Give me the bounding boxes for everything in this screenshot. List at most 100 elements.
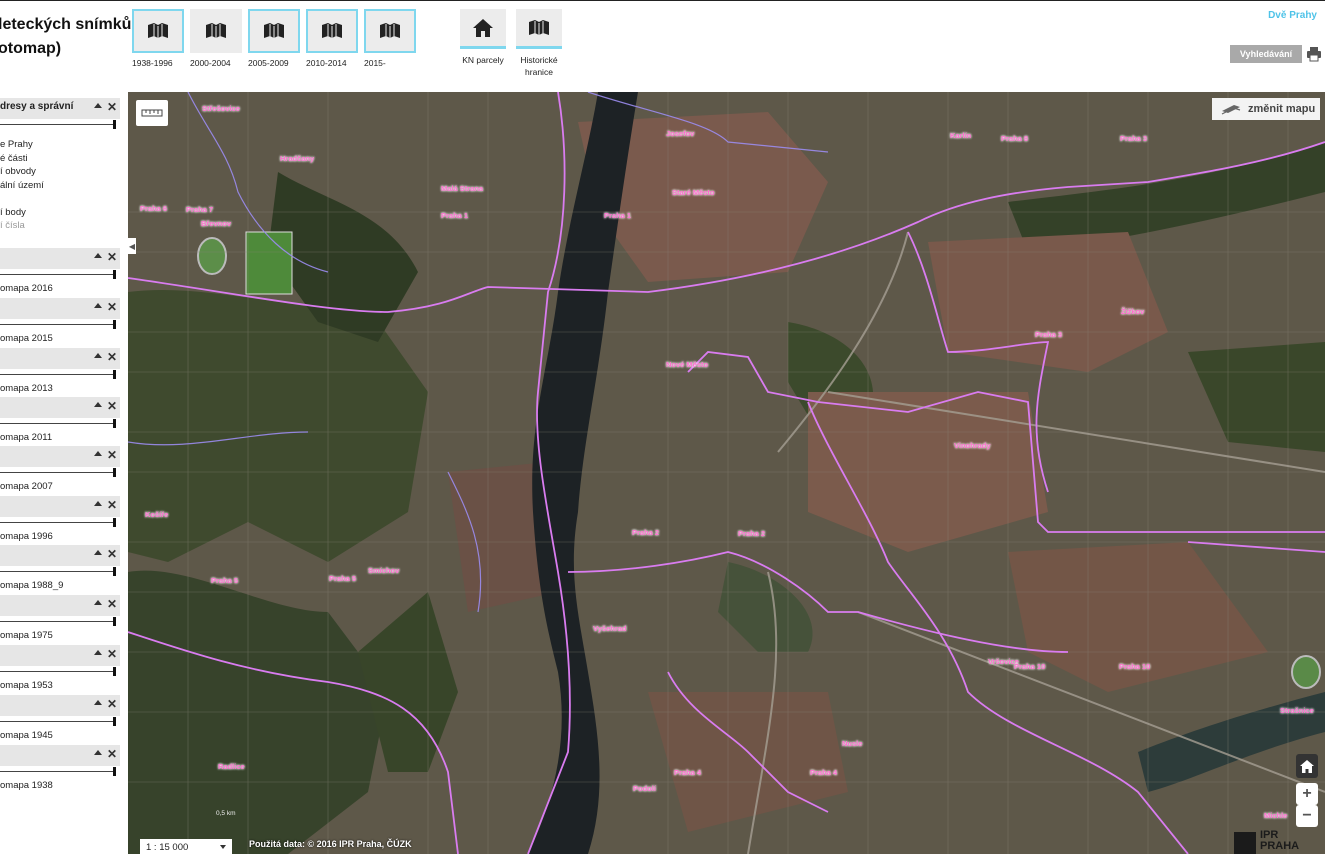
map-label: Košíře <box>145 510 169 519</box>
kn-parcely-button[interactable] <box>460 9 506 49</box>
print-icon[interactable] <box>1306 46 1322 62</box>
period-button[interactable] <box>190 9 242 53</box>
move-up-icon[interactable] <box>94 750 102 755</box>
slider-handle[interactable] <box>113 270 116 279</box>
search-button[interactable]: Vyhledávání <box>1230 45 1302 63</box>
opacity-slider[interactable] <box>0 269 120 279</box>
list-item[interactable]: e Prahy <box>0 138 44 152</box>
opacity-slider[interactable] <box>0 666 120 676</box>
tool-label: KN parcely <box>462 55 504 65</box>
list-item[interactable]: é části <box>0 152 44 166</box>
close-icon[interactable]: ✕ <box>107 250 117 264</box>
slider-handle[interactable] <box>113 120 116 129</box>
measure-tool-button[interactable] <box>136 100 168 126</box>
kn-parcely-tool[interactable]: KN parcely <box>460 9 506 66</box>
historicke-hranice-button[interactable] <box>516 9 562 49</box>
period-2005-2009[interactable]: 2005-2009 <box>248 9 300 68</box>
page-title: leteckých snímků otomap) <box>0 13 131 61</box>
map-label: Praha 10 <box>1119 662 1151 671</box>
close-icon[interactable]: ✕ <box>107 597 117 611</box>
layer-header: ✕ <box>0 496 120 517</box>
layer-ortofoto: ✕ omapa 1953 <box>0 645 120 691</box>
list-item[interactable]: í čísla <box>0 219 44 233</box>
slider-handle[interactable] <box>113 617 116 626</box>
map-book-icon <box>264 23 284 38</box>
close-icon[interactable]: ✕ <box>107 399 117 413</box>
layer-header: ✕ <box>0 248 120 269</box>
move-up-icon[interactable] <box>94 402 102 407</box>
list-item[interactable]: ální území <box>0 179 44 193</box>
period-button[interactable] <box>132 9 184 53</box>
move-up-icon[interactable] <box>94 353 102 358</box>
home-icon <box>1300 759 1314 773</box>
layer-header: ✕ <box>0 397 120 418</box>
change-map-button[interactable]: změnit mapu <box>1212 98 1320 120</box>
move-up-icon[interactable] <box>94 103 102 108</box>
slider-handle[interactable] <box>113 717 116 726</box>
list-item[interactable]: í obvody <box>0 165 44 179</box>
opacity-slider[interactable] <box>0 319 120 329</box>
zoom-in-button[interactable]: + <box>1296 783 1318 805</box>
move-up-icon[interactable] <box>94 650 102 655</box>
move-up-icon[interactable] <box>94 700 102 705</box>
move-up-icon[interactable] <box>94 501 102 506</box>
close-icon[interactable]: ✕ <box>107 647 117 661</box>
zoom-out-button[interactable]: − <box>1296 805 1318 827</box>
close-icon[interactable]: ✕ <box>107 747 117 761</box>
layer-name: omapa 2013 <box>0 383 53 394</box>
close-icon[interactable]: ✕ <box>107 100 117 114</box>
move-up-icon[interactable] <box>94 550 102 555</box>
opacity-slider[interactable] <box>0 467 120 477</box>
historicke-hranice-tool[interactable]: Historické hranice <box>516 9 562 78</box>
close-icon[interactable]: ✕ <box>107 697 117 711</box>
layer-name: omapa 2015 <box>0 333 53 344</box>
slider-handle[interactable] <box>113 767 116 776</box>
map-label: Praha 1 <box>604 211 632 220</box>
collapse-sidebar-icon[interactable]: ◀ <box>128 238 136 254</box>
map-label: Praha 5 <box>329 574 357 583</box>
slider-handle[interactable] <box>113 370 116 379</box>
scale-select[interactable]: 1 : 15 000 <box>140 839 232 854</box>
close-icon[interactable]: ✕ <box>107 547 117 561</box>
opacity-slider[interactable] <box>0 766 120 776</box>
move-up-icon[interactable] <box>94 600 102 605</box>
opacity-slider[interactable] <box>0 517 120 527</box>
map-label: Karlín <box>950 131 972 140</box>
close-icon[interactable]: ✕ <box>107 498 117 512</box>
period-button[interactable] <box>248 9 300 53</box>
opacity-slider[interactable] <box>0 369 120 379</box>
list-item[interactable]: í body <box>0 206 44 220</box>
app-window: leteckých snímků otomap) 1938-1996 2000-… <box>0 0 1325 854</box>
slider-handle[interactable] <box>113 320 116 329</box>
period-button[interactable] <box>364 9 416 53</box>
layer-name: omapa 1938 <box>0 780 53 791</box>
slider-handle[interactable] <box>113 518 116 527</box>
close-icon[interactable]: ✕ <box>107 350 117 364</box>
period-2000-2004[interactable]: 2000-2004 <box>190 9 242 68</box>
period-label: 2000-2004 <box>190 58 231 68</box>
slider-handle[interactable] <box>113 419 116 428</box>
move-up-icon[interactable] <box>94 253 102 258</box>
move-up-icon[interactable] <box>94 303 102 308</box>
opacity-slider[interactable] <box>0 616 120 626</box>
aerial-map[interactable]: Střešovice Hradčany Praha 6 Praha 7 Břev… <box>128 92 1325 854</box>
period-1938-1996[interactable]: 1938-1996 <box>132 9 184 68</box>
slider-handle[interactable] <box>113 667 116 676</box>
map-label: Střešovice <box>202 104 240 113</box>
opacity-slider[interactable] <box>0 566 120 576</box>
close-icon[interactable]: ✕ <box>107 448 117 462</box>
period-2010-2014[interactable]: 2010-2014 <box>306 9 358 68</box>
map-label: Praha 8 <box>1001 134 1029 143</box>
period-2015[interactable]: 2015- <box>364 9 416 68</box>
opacity-slider[interactable] <box>0 418 120 428</box>
opacity-slider[interactable] <box>0 119 120 129</box>
close-icon[interactable]: ✕ <box>107 300 117 314</box>
move-up-icon[interactable] <box>94 451 102 456</box>
period-button[interactable] <box>306 9 358 53</box>
slider-handle[interactable] <box>113 468 116 477</box>
layer-header: ✕ <box>0 298 120 319</box>
opacity-slider[interactable] <box>0 716 120 726</box>
home-view-button[interactable] <box>1296 754 1318 778</box>
slider-handle[interactable] <box>113 567 116 576</box>
dve-prahy-link[interactable]: Dvě Prahy <box>1268 10 1317 21</box>
